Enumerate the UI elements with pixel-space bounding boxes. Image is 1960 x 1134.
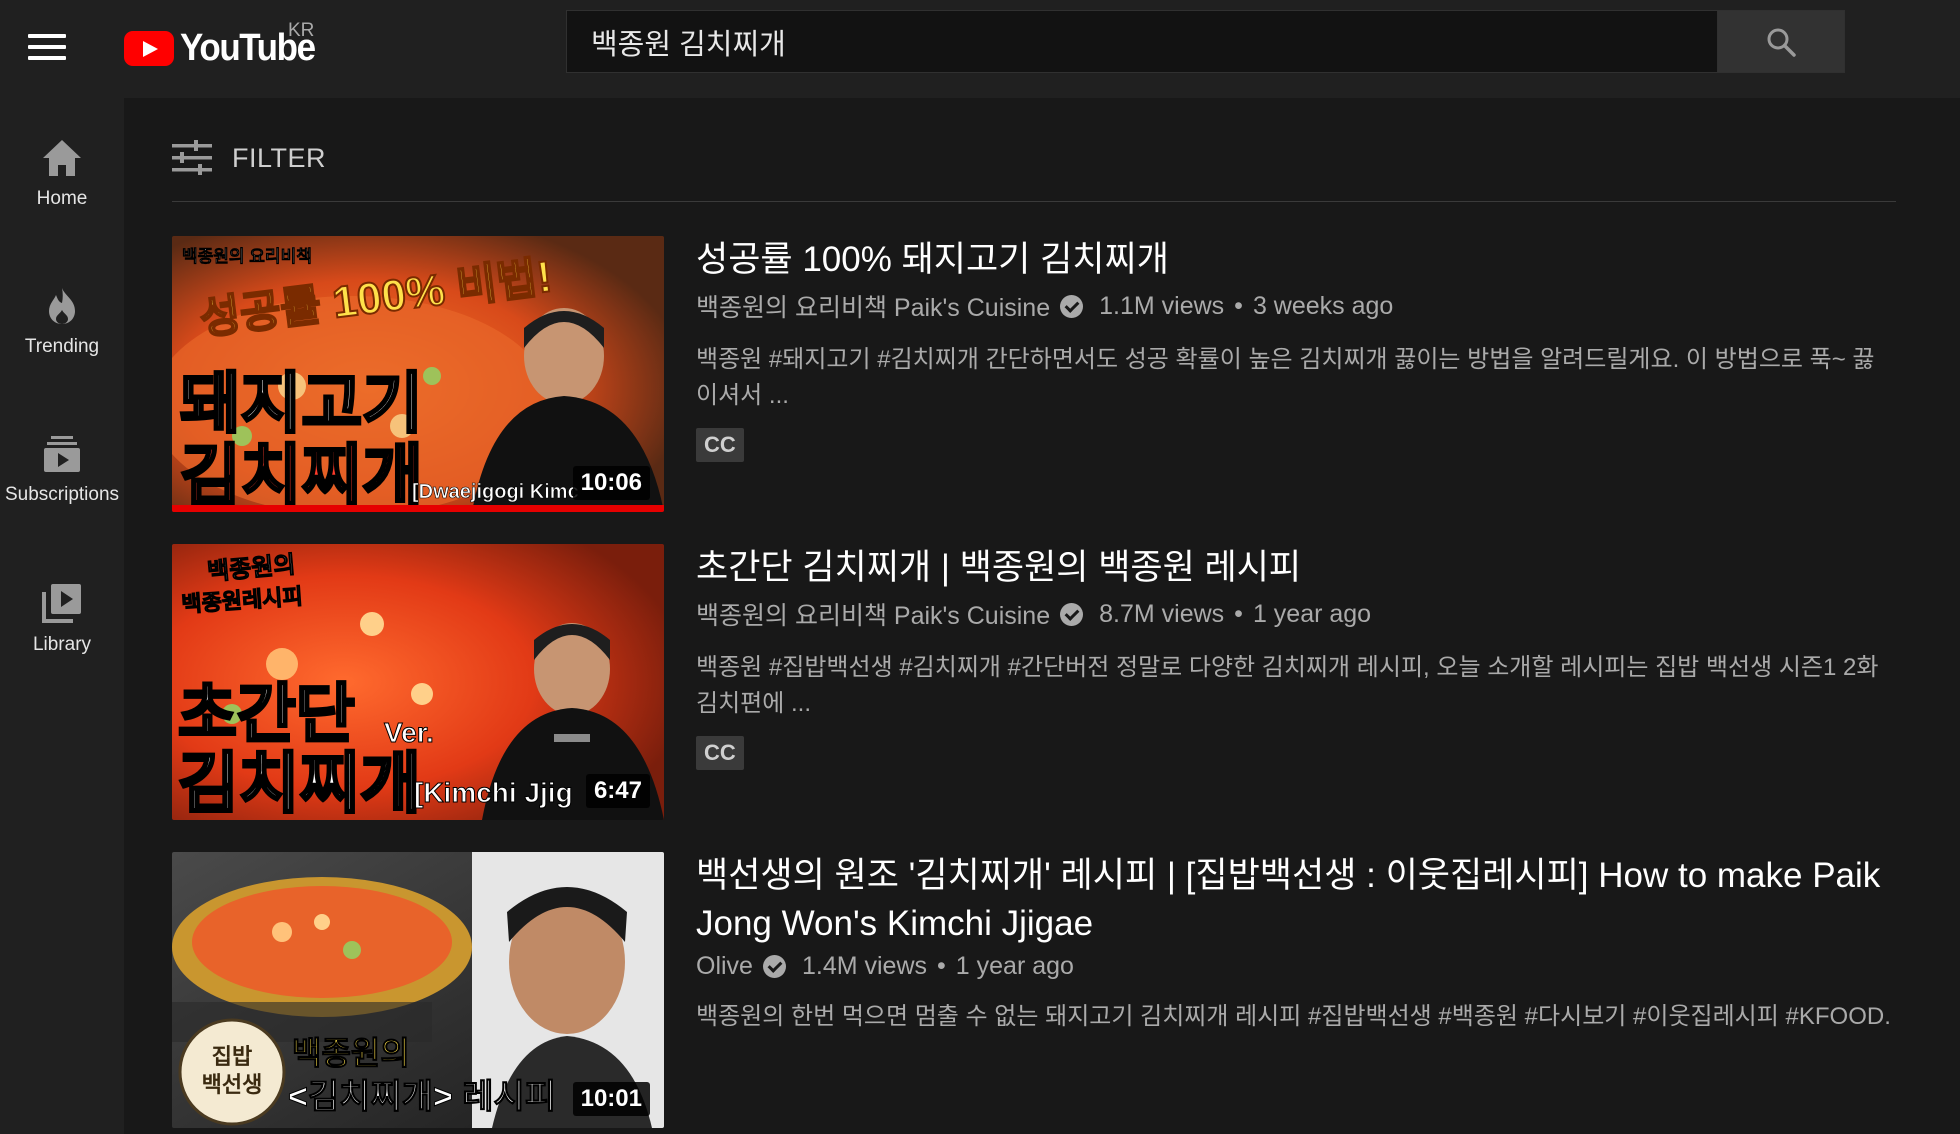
library-icon xyxy=(42,584,81,623)
filter-button[interactable]: FILTER xyxy=(172,140,326,176)
sidebar-item-label: Subscriptions xyxy=(4,484,120,505)
flame-icon xyxy=(49,288,75,324)
thumb-subtitle: [Dwaejigogi Kimc xyxy=(412,481,579,503)
video-thumbnail[interactable]: 집밥 백선생 백종원의 <김치찌개> 레시피 10:01 xyxy=(172,852,664,1128)
subscriptions-icon xyxy=(44,436,80,472)
video-result[interactable]: 백종원의 백종원레시피 초간단 Ver. 김치찌개 [Kimchi Jjig 6… xyxy=(172,544,1896,820)
sidebar-item-label: Library xyxy=(32,634,92,655)
video-thumbnail[interactable]: 백종원의 요리비책 성공률 100% 비법! 돼지고기 김치찌개 [Dwaeji… xyxy=(172,236,664,512)
view-count: 8.7M views xyxy=(1099,599,1225,628)
filter-divider xyxy=(172,201,1896,202)
verified-badge-icon xyxy=(762,955,786,978)
upload-age: 1 year ago xyxy=(955,952,1074,980)
play-logo-icon xyxy=(124,30,174,66)
hamburger-menu-button[interactable] xyxy=(28,24,74,70)
video-info: 성공률 100% 돼지고기 김치찌개 백종원의 요리비책 Paik's Cuis… xyxy=(696,236,1896,462)
cc-badge: CC xyxy=(696,428,744,462)
verified-badge-icon xyxy=(1060,294,1084,318)
channel-name[interactable]: 백종원의 요리비책 Paik's Cuisine xyxy=(696,288,1050,324)
thumb-line-2: <김치찌개> 레시피 xyxy=(288,1078,556,1116)
view-count: 1.4M views xyxy=(801,952,928,980)
video-title[interactable]: 성공률 100% 돼지고기 김치찌개 xyxy=(696,236,1896,284)
video-title[interactable]: 초간단 김치찌개 | 백종원의 백종원 레시피 xyxy=(696,544,1896,592)
channel-name[interactable]: Olive xyxy=(696,952,753,981)
cc-badge: CC xyxy=(696,736,744,770)
video-meta: Olive 1.4M views • 1 year ago xyxy=(696,952,1896,981)
channel-name[interactable]: 백종원의 요리비책 Paik's Cuisine xyxy=(696,596,1050,632)
youtube-logo[interactable]: YouTube KR xyxy=(124,18,326,78)
video-description: 백종원 #집밥백선생 #김치찌개 #간단버전 정말로 다양한 김치찌개 레시피,… xyxy=(696,654,1879,717)
upload-age: 1 year ago xyxy=(1252,599,1372,628)
sidebar-item-subscriptions[interactable]: Subscriptions xyxy=(0,434,124,506)
thumb-subtitle: [Kimchi Jjig xyxy=(414,777,573,808)
video-title[interactable]: 백선생의 원조 '김치찌개' 레시피 | [집밥백선생 : 이웃집레시피] Ho… xyxy=(696,852,1896,948)
sidebar-item-trending[interactable]: Trending xyxy=(0,286,124,358)
video-description: 백종원의 한번 먹으면 멈출 수 없는 돼지고기 김치찌개 레시피 #집밥백선생… xyxy=(696,1003,1891,1030)
filter-label: FILTER xyxy=(232,142,327,173)
upload-age: 3 weeks ago xyxy=(1252,291,1394,320)
meta-separator: • xyxy=(937,952,946,980)
video-result[interactable]: 집밥 백선생 백종원의 <김치찌개> 레시피 10:01 백선생의 원조 '김치… xyxy=(172,852,1896,1128)
sidebar-item-label: Trending xyxy=(24,336,100,357)
video-info: 초간단 김치찌개 | 백종원의 백종원 레시피 백종원의 요리비책 Paik's… xyxy=(696,544,1896,770)
watch-progress-bar xyxy=(172,505,664,512)
sidebar-item-home[interactable]: Home xyxy=(0,138,124,210)
video-duration: 10:01 xyxy=(572,1082,650,1116)
search-input[interactable]: 백종원 김치찌개 xyxy=(566,10,1718,73)
view-count: 1.1M views xyxy=(1099,291,1225,320)
meta-separator: • xyxy=(1234,599,1243,628)
search-icon xyxy=(1767,28,1796,57)
thumb-big-text-1: 돼지고기 xyxy=(180,366,423,440)
video-meta: 백종원의 요리비책 Paik's Cuisine 1.1M views • 3 … xyxy=(696,288,1896,324)
thumb-big-text-1: 초간단 xyxy=(178,678,355,750)
sidebar-item-library[interactable]: Library xyxy=(0,582,124,656)
video-meta: 백종원의 요리비책 Paik's Cuisine 8.7M views • 1 … xyxy=(696,596,1896,632)
sidebar-item-label: Home xyxy=(36,188,88,209)
thumb-big-text-2: 김치찌개 xyxy=(180,438,423,512)
video-description: 백종원 #돼지고기 #김치찌개 간단하면서도 성공 확률이 높은 김치찌개 끓이… xyxy=(696,346,1875,409)
search-query: 백종원 김치찌개 xyxy=(591,28,786,61)
video-info: 백선생의 원조 '김치찌개' 레시피 | [집밥백선생 : 이웃집레시피] Ho… xyxy=(696,852,1896,1035)
home-icon xyxy=(43,140,81,176)
thumb-line-1: 백종원의 xyxy=(292,1035,410,1071)
left-sidebar: Home Trending Subscriptions Library xyxy=(0,98,124,1134)
stamp-text-top: 집밥 xyxy=(212,1044,252,1069)
top-bar: YouTube KR 백종원 김치찌개 xyxy=(0,0,1960,98)
thumb-ver-label: Ver. xyxy=(384,717,434,748)
menu-line xyxy=(28,56,66,60)
region-code: KR xyxy=(288,20,315,41)
verified-badge-icon xyxy=(1060,602,1084,626)
meta-separator: • xyxy=(1234,291,1243,320)
thumb-tag: 백종원의 요리비책 xyxy=(182,247,312,266)
menu-line xyxy=(28,34,66,38)
video-result[interactable]: 백종원의 요리비책 성공률 100% 비법! 돼지고기 김치찌개 [Dwaeji… xyxy=(172,236,1896,512)
thumb-big-text-2: 김치찌개 xyxy=(178,746,421,820)
stamp-text-bottom: 백선생 xyxy=(202,1072,263,1097)
video-duration: 10:06 xyxy=(572,466,650,500)
search-button[interactable] xyxy=(1717,10,1845,73)
video-thumbnail[interactable]: 백종원의 백종원레시피 초간단 Ver. 김치찌개 [Kimchi Jjig 6… xyxy=(172,544,664,820)
filter-sliders-icon xyxy=(172,140,212,175)
video-duration: 6:47 xyxy=(585,774,650,808)
menu-line xyxy=(28,45,66,49)
